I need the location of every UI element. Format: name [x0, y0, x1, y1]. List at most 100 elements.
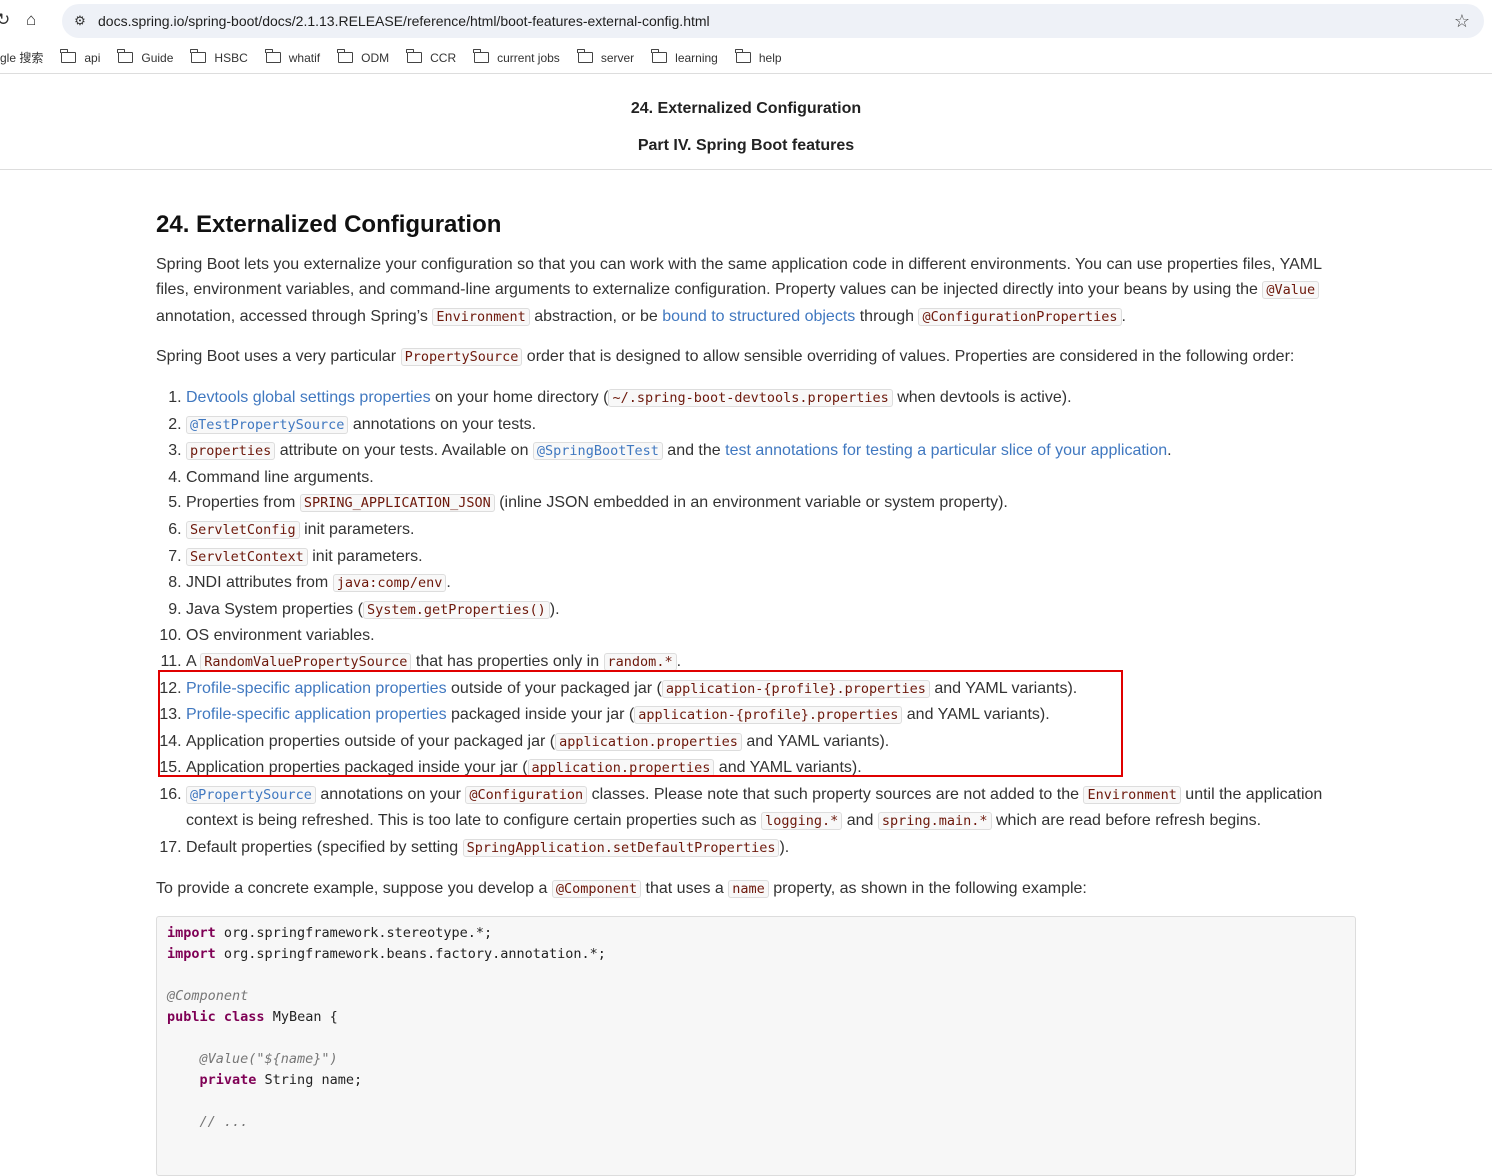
text: .: [1167, 442, 1172, 460]
order-intro-paragraph: Spring Boot uses a very particular Prope…: [156, 344, 1356, 371]
link[interactable]: test annotations for testing a particula…: [725, 442, 1167, 459]
code-link[interactable]: @TestPropertySource: [186, 415, 349, 434]
code-token: private: [199, 1072, 257, 1089]
code-token: org.springframework.stereotype.*;: [215, 925, 493, 942]
folder-icon: [117, 49, 134, 63]
link[interactable]: Profile-specific application properties: [186, 706, 447, 723]
code-token: org.springframework.beans.factory.annota…: [215, 946, 606, 963]
folder-icon: [60, 49, 77, 63]
order-item: Profile-specific application properties …: [186, 676, 1356, 703]
order-item: Application properties outside of your p…: [186, 729, 1356, 756]
text: and the: [662, 442, 726, 460]
bookmark-star-icon[interactable]: ☆: [1454, 11, 1470, 32]
inline-code: Environment: [432, 307, 530, 326]
text: property, as shown in the following exam…: [768, 879, 1087, 897]
bookmark-item[interactable]: CCR: [406, 49, 456, 65]
text: and YAML variants).: [741, 732, 890, 750]
text: .: [676, 652, 682, 670]
bookmarks-bar: gle 搜索 api Guide HSBC whatif ODM CCR current jo…: [0, 42, 1492, 74]
order-item: Command line arguments.: [186, 465, 1356, 491]
text: and YAML variants).: [714, 759, 862, 777]
inline-code: @Configuration: [465, 785, 588, 804]
bookmark-label: server: [600, 50, 635, 65]
code-link[interactable]: @SpringBootTest: [532, 442, 663, 461]
order-item: Java System properties (System.getProper…: [186, 597, 1356, 624]
inline-code: properties: [186, 442, 276, 461]
bookmark-item[interactable]: learning: [651, 49, 718, 65]
text: and YAML variants).: [902, 706, 1050, 724]
inline-code: application.properties: [555, 732, 742, 751]
order-item: @PropertySource annotations on your @Con…: [186, 782, 1356, 835]
text: JNDI attributes from: [186, 574, 333, 592]
main-content: 24. Externalized Configuration Spring Bo…: [156, 200, 1356, 1176]
text: A: [186, 652, 201, 670]
bookmark-item[interactable]: gle 搜索: [0, 49, 43, 66]
text: init parameters.: [299, 520, 415, 538]
text: Java System properties (: [186, 600, 363, 618]
text: classes. Please note that such property …: [587, 785, 1084, 803]
code-line: private String name;: [167, 1070, 1345, 1091]
inline-code: name: [728, 879, 769, 898]
site-settings-icon[interactable]: ⚙: [70, 13, 90, 29]
order-item: ServletConfig init parameters.: [186, 517, 1356, 544]
inline-code: spring.main.*: [877, 812, 992, 831]
inline-code: @ConfigurationProperties: [918, 307, 1122, 326]
bookmark-item[interactable]: HSBC: [190, 49, 248, 65]
text: To provide a concrete example, suppose y…: [156, 879, 552, 897]
text: and: [842, 812, 878, 830]
bookmark-label: HSBC: [214, 50, 248, 65]
section-title: 24. Externalized Configuration: [156, 211, 502, 238]
bookmark-label: ODM: [361, 50, 390, 65]
text: packaged inside your jar (: [446, 706, 635, 724]
inline-code: ServletConfig: [186, 520, 300, 539]
folder-icon: [651, 49, 668, 63]
bookmark-item[interactable]: api: [60, 49, 100, 65]
home-icon[interactable]: ⌂: [26, 10, 36, 30]
code-line: @Component: [167, 986, 1345, 1007]
text: .: [1121, 307, 1126, 325]
text: when devtools is active).: [892, 388, 1072, 406]
order-item: Properties from SPRING_APPLICATION_JSON …: [186, 490, 1356, 517]
text: and YAML variants).: [929, 679, 1078, 697]
bookmark-item[interactable]: ODM: [337, 49, 390, 65]
link[interactable]: Profile-specific application properties: [186, 680, 447, 697]
order-item: OS environment variables.: [186, 623, 1356, 649]
code-line: public class MyBean {: [167, 1007, 1345, 1028]
reload-icon[interactable]: ↻: [0, 10, 10, 30]
code-line: import org.springframework.stereotype.*;: [167, 923, 1345, 944]
text: attribute on your tests. Available on: [275, 442, 533, 460]
code-link[interactable]: @PropertySource: [186, 785, 316, 804]
code-token: MyBean {: [264, 1009, 338, 1026]
bookmark-item[interactable]: current jobs: [473, 49, 560, 65]
bookmark-label: Guide: [141, 50, 174, 65]
inline-code: ServletContext: [186, 547, 308, 566]
link[interactable]: bound to structured objects: [662, 308, 855, 325]
folder-icon: [337, 49, 354, 63]
bookmark-item[interactable]: server: [576, 49, 635, 65]
text: on your home directory (: [430, 388, 609, 406]
bookmark-item[interactable]: Guide: [117, 49, 174, 65]
order-item: JNDI attributes from java:comp/env.: [186, 570, 1356, 597]
order-item: ServletContext init parameters.: [186, 544, 1356, 571]
inline-code: System.getProperties(): [362, 600, 550, 619]
text: ).: [779, 839, 790, 857]
text: Application properties packaged inside y…: [186, 759, 528, 777]
folder-icon: [734, 49, 751, 63]
bookmark-item[interactable]: whatif: [264, 49, 320, 65]
text: Application properties outside of your p…: [186, 732, 556, 750]
inline-code: ~/.spring-boot-devtools.properties: [608, 388, 893, 407]
link[interactable]: Devtools global settings properties: [186, 389, 431, 406]
text: Default properties (specified by setting: [186, 839, 463, 857]
inline-code: application.properties: [527, 759, 715, 778]
address-bar[interactable]: ⚙ docs.spring.io/spring-boot/docs/2.1.13…: [62, 4, 1484, 38]
text: annotation, accessed through Spring’s: [156, 307, 433, 325]
text: abstraction, or be: [529, 307, 663, 325]
text: Spring Boot uses a very particular: [156, 348, 401, 366]
url-text[interactable]: docs.spring.io/spring-boot/docs/2.1.13.R…: [98, 13, 710, 29]
code-token: public: [167, 1009, 216, 1026]
text: that uses a: [641, 879, 729, 897]
bookmark-item[interactable]: help: [734, 49, 782, 65]
